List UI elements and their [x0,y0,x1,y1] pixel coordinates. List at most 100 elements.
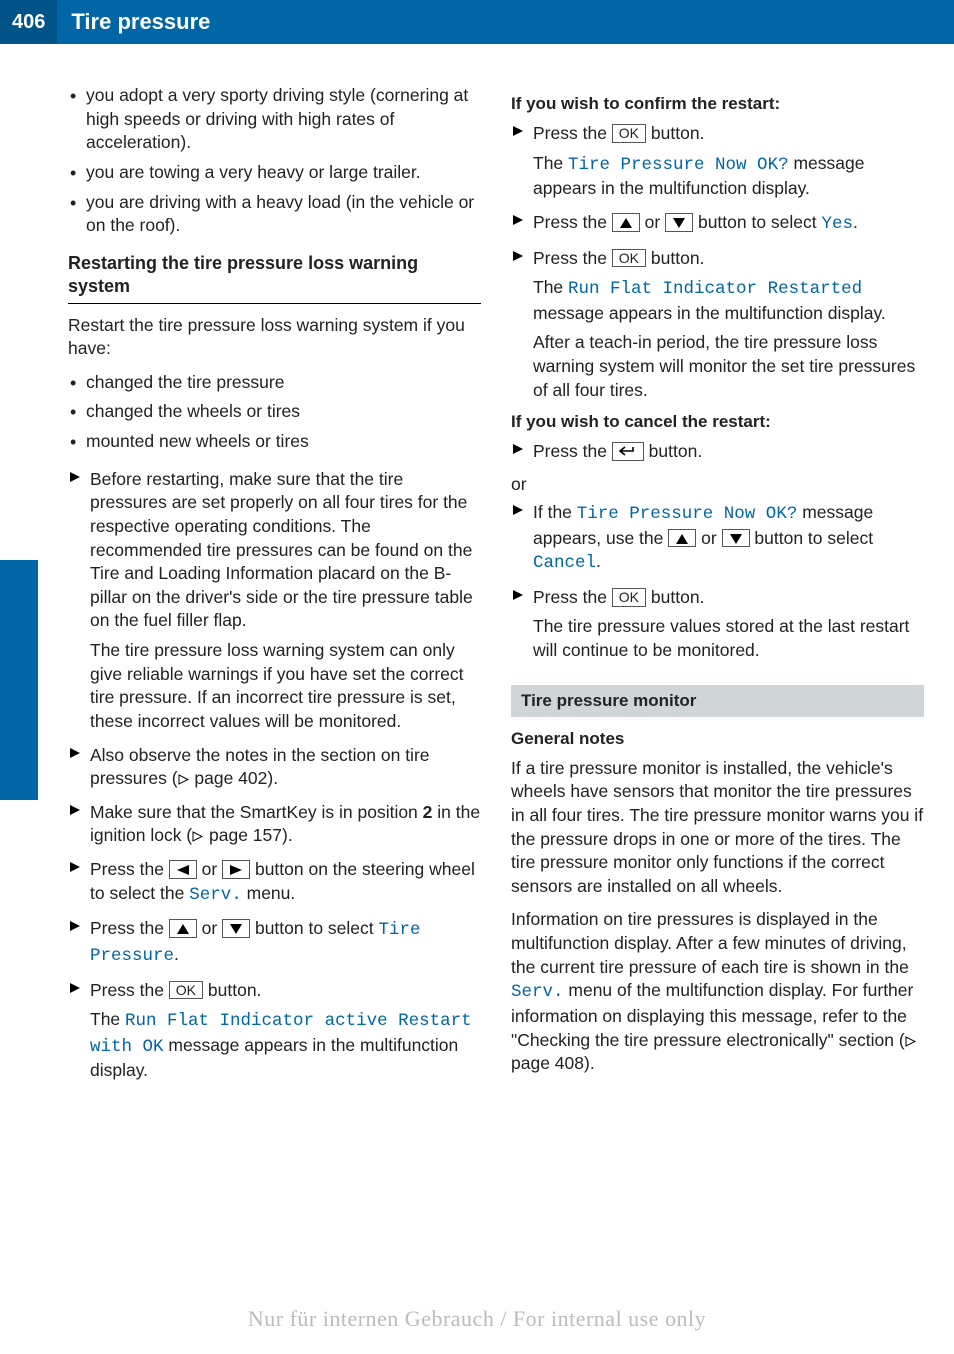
step-text: page 402). [190,768,279,788]
menu-name: Serv. [511,982,564,1002]
step-text: Press the [533,212,612,232]
watermark: Nur für internen Gebrauch / For internal… [0,1306,954,1332]
display-message: Yes [822,214,854,234]
step-item: Also observe the notes in the section on… [68,744,481,791]
step-list: Before restarting, make sure that the ti… [68,468,481,1083]
page-number: 406 [0,0,57,44]
step-text: button to select [750,528,874,548]
follow-text: The [533,277,568,297]
step-follow: The Tire Pressure Now OK? message appear… [533,152,924,201]
xref-icon [178,767,190,791]
ok-button-icon: OK [612,588,646,607]
menu-name: Serv. [189,885,242,905]
p2-text: Information on tire pressures is display… [511,909,909,976]
step-text: button. [203,980,261,1000]
display-message: Tire Pressure Now OK? [577,504,798,524]
list-item: changed the wheels or tires [68,400,481,424]
general-p1: If a tire pressure monitor is installed,… [511,757,924,899]
triangle-icon [513,126,523,136]
list-item: mounted new wheels or tires [68,430,481,454]
triangle-icon [513,590,523,600]
step-item: If the Tire Pressure Now OK? message app… [511,501,924,576]
ok-button-icon: OK [169,981,203,1000]
triangle-icon [513,505,523,515]
cancel-step-list-2: If the Tire Pressure Now OK? message app… [511,501,924,663]
right-column: If you wish to confirm the restart: Pres… [511,84,924,1093]
left-column: you adopt a very sporty driving style (c… [68,84,481,1093]
right-arrow-button-icon [222,860,250,879]
step-text: menu. [242,883,296,903]
xref-icon [192,824,204,848]
triangle-icon [70,921,80,931]
triangle-icon [513,215,523,225]
step-follow: The tire pressure values stored at the l… [533,615,924,662]
step-item: Press the OK button. The tire pressure v… [511,586,924,663]
triangle-icon [70,805,80,815]
step-text: button. [646,123,704,143]
step-text: Press the [533,248,612,268]
content-area: you adopt a very sporty driving style (c… [0,44,954,1093]
general-p2: Information on tire pressures is display… [511,908,924,1075]
heading-general: General notes [511,729,924,749]
up-arrow-button-icon [668,529,696,548]
heading-cancel: If you wish to cancel the restart: [511,412,924,432]
step-text: button to select [693,212,821,232]
step-item: Press the OK button. The Run Flat Indica… [68,979,481,1084]
step-follow: The tire pressure loss warning system ca… [90,639,481,734]
ok-button-icon: OK [612,249,646,268]
heading-rule [68,303,481,304]
list-item: you adopt a very sporty driving style (c… [68,84,481,155]
xref-icon [905,1029,917,1053]
step-item: Press the OK button. The Tire Pressure N… [511,122,924,201]
page-header: 406 Tire pressure [0,0,954,44]
triangle-icon [513,251,523,261]
step-follow: The Run Flat Indicator Restarted message… [533,276,924,325]
step-bold: 2 [423,802,433,822]
step-text: button to select [250,918,378,938]
step-item: Press the or button to select Tire Press… [68,917,481,968]
step-follow: After a teach-in period, the tire pressu… [533,331,924,402]
step-text: Before restarting, make sure that the ti… [90,469,473,631]
section-bar: Tire pressure monitor [511,685,924,717]
intro-bullet-list: you adopt a very sporty driving style (c… [68,84,481,238]
cancel-step-list: Press the button. [511,440,924,464]
heading-restart: Restarting the tire pressure loss warnin… [68,252,481,299]
step-text: . [596,551,601,571]
step-item: Press the OK button. The Run Flat Indica… [511,247,924,403]
display-message: Tire Pressure Now OK? [568,155,789,175]
step-text: Press the [90,859,169,879]
triangle-icon [513,444,523,454]
follow-text: The [90,1009,125,1029]
step-text: page 157). [204,825,293,845]
down-arrow-button-icon [222,919,250,938]
step-text: Press the [90,918,169,938]
list-item: you are towing a very heavy or large tra… [68,161,481,185]
step-text: If the [533,502,577,522]
ok-button-icon: OK [612,124,646,143]
step-item: Press the or button to select Yes. [511,211,924,237]
confirm-step-list: Press the OK button. The Tire Pressure N… [511,122,924,402]
down-arrow-button-icon [665,213,693,232]
list-item: changed the tire pressure [68,371,481,395]
step-text: Press the [533,441,612,461]
p2-text: page 408). [511,1053,595,1073]
triangle-icon [70,748,80,758]
step-text: or [197,859,222,879]
step-text: Press the [533,587,612,607]
step-follow: The Run Flat Indicator active Restart wi… [90,1008,481,1083]
triangle-icon [70,983,80,993]
or-text: or [511,474,924,495]
triangle-icon [70,472,80,482]
step-text: or [696,528,721,548]
step-text: button. [646,587,704,607]
header-title: Tire pressure [57,9,210,35]
left-arrow-button-icon [169,860,197,879]
step-item: Before restarting, make sure that the ti… [68,468,481,734]
step-text: . [853,212,858,232]
step-text: button. [646,248,704,268]
display-message: Run Flat Indicator Restarted [568,279,862,299]
up-arrow-button-icon [612,213,640,232]
step-text: . [174,944,179,964]
step-text: or [640,212,665,232]
down-arrow-button-icon [722,529,750,548]
